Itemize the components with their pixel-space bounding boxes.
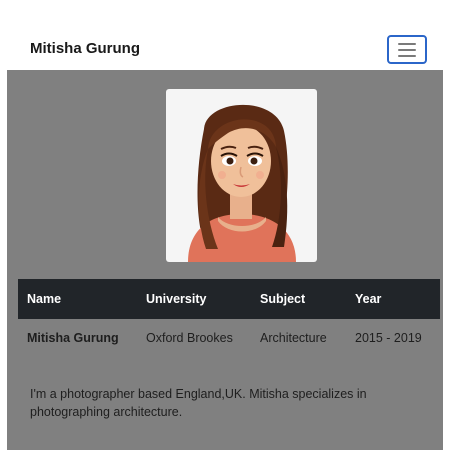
table-row: Mitisha Gurung Oxford Brookes Architectu…	[18, 319, 440, 357]
avatar-illustration	[188, 104, 296, 262]
brand-name[interactable]: Mitisha Gurung	[30, 40, 140, 57]
cell-year: 2015 - 2019	[355, 331, 422, 345]
column-header-university: University	[137, 279, 251, 319]
column-header-name: Name	[18, 279, 137, 319]
cell-subject: Architecture	[260, 331, 327, 345]
profile-section: Name University Subject Year Mitisha Gur…	[7, 70, 443, 450]
cell-name: Mitisha Gurung	[27, 331, 119, 345]
table-header-row: Name University Subject Year	[18, 279, 440, 319]
bio-text: I'm a photographer based England,UK. Mit…	[30, 387, 367, 419]
cell-university: Oxford Brookes	[146, 331, 233, 345]
profile-photo	[166, 89, 317, 262]
column-header-subject: Subject	[251, 279, 346, 319]
profile-table: Name University Subject Year Mitisha Gur…	[18, 279, 440, 357]
navbar-toggle-button[interactable]	[387, 35, 427, 64]
column-header-year: Year	[346, 279, 440, 319]
hamburger-menu-icon	[398, 43, 416, 57]
navbar: Mitisha Gurung	[0, 0, 450, 70]
